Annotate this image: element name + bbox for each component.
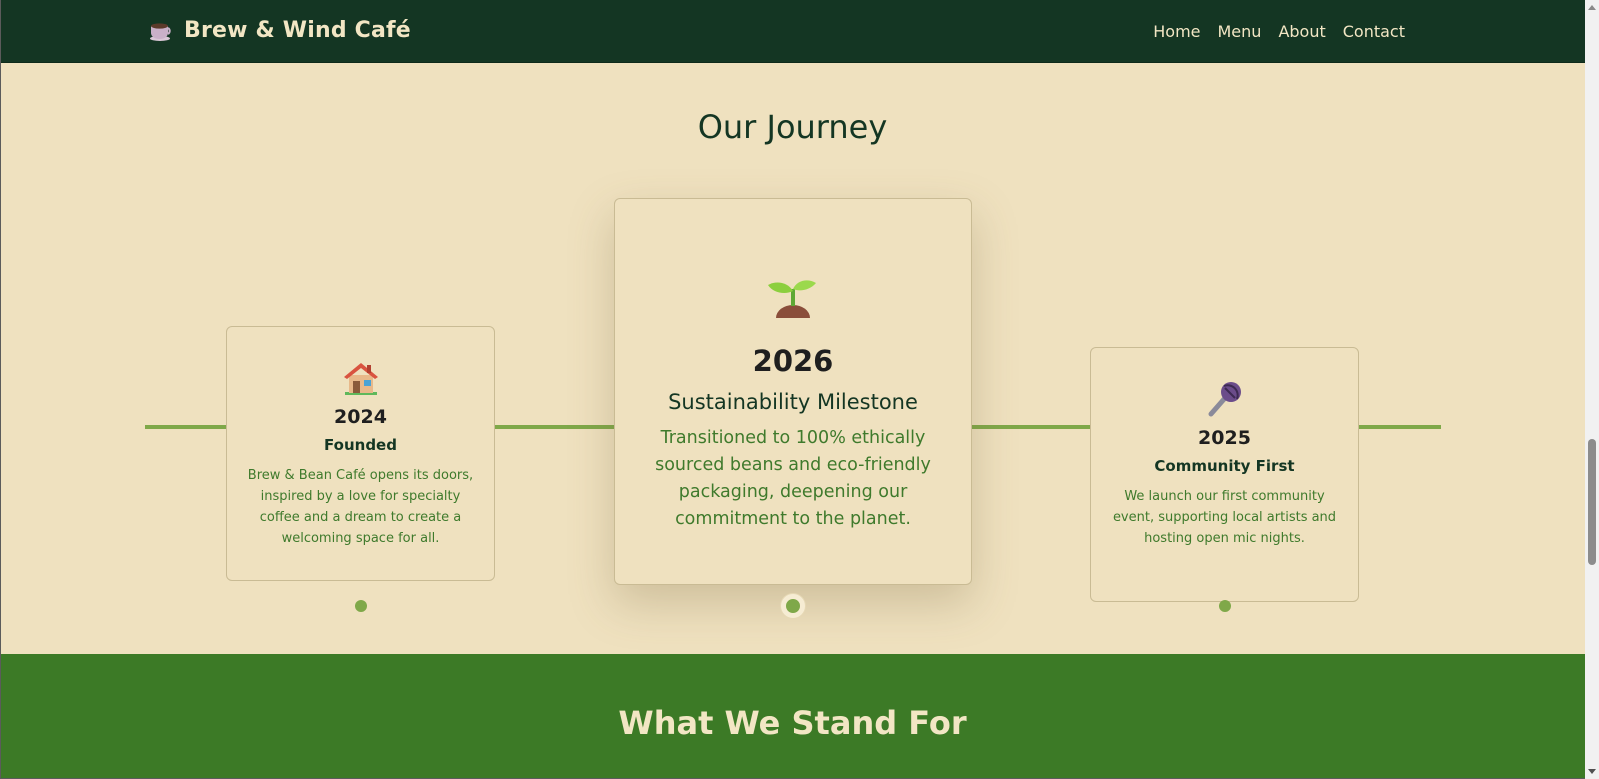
seedling-icon bbox=[768, 280, 816, 318]
card-description: Transitioned to 100% ethically sourced b… bbox=[655, 428, 931, 529]
values-section: What We Stand For bbox=[0, 654, 1585, 779]
nav-link-about[interactable]: About bbox=[1278, 22, 1325, 41]
journey-section: Our Journey 2024 Founded Brew & Bean Caf… bbox=[0, 63, 1585, 654]
timeline-dot-2025[interactable] bbox=[1219, 600, 1231, 612]
timeline-card-2024[interactable]: 2024 Founded Brew & Bean Café opens its … bbox=[226, 326, 495, 581]
card-year: 2026 bbox=[752, 344, 834, 378]
navbar: Brew & Wind Café Home Menu About Contact bbox=[0, 0, 1585, 63]
coffee-cup-icon bbox=[150, 23, 171, 41]
timeline-card-2025[interactable]: 2025 Community First We launch our first… bbox=[1090, 347, 1359, 602]
values-title: What We Stand For bbox=[618, 704, 967, 742]
nav-link-home[interactable]: Home bbox=[1153, 22, 1200, 41]
brand[interactable]: Brew & Wind Café bbox=[148, 17, 411, 43]
timeline-dot-2024[interactable] bbox=[355, 600, 367, 612]
card-year: 2024 bbox=[334, 406, 387, 428]
scroll-down-arrow-icon[interactable] bbox=[1588, 769, 1596, 774]
card-description: Brew & Bean Café opens its doors, inspir… bbox=[247, 468, 474, 546]
nav-link-menu[interactable]: Menu bbox=[1218, 22, 1262, 41]
page-viewport: Brew & Wind Café Home Menu About Contact… bbox=[0, 0, 1585, 779]
vertical-scrollbar[interactable] bbox=[1585, 0, 1599, 779]
nav-link-contact[interactable]: Contact bbox=[1343, 22, 1405, 41]
brand-name: Brew & Wind Café bbox=[184, 17, 411, 43]
house-icon bbox=[343, 363, 378, 395]
card-heading: Founded bbox=[324, 436, 397, 454]
scrollbar-thumb[interactable] bbox=[1588, 439, 1596, 565]
card-year: 2025 bbox=[1198, 427, 1251, 449]
timeline-card-2026[interactable]: 2026 Sustainability Milestone Transition… bbox=[614, 198, 972, 585]
card-description: We launch our first community event, sup… bbox=[1112, 489, 1337, 546]
card-heading: Sustainability Milestone bbox=[668, 390, 918, 414]
nav-links: Home Menu About Contact bbox=[1153, 22, 1405, 41]
scroll-up-arrow-icon[interactable] bbox=[1588, 5, 1596, 10]
card-heading: Community First bbox=[1154, 457, 1295, 475]
microphone-icon bbox=[1208, 382, 1241, 417]
timeline-dot-2026-active[interactable] bbox=[781, 594, 805, 618]
journey-title: Our Journey bbox=[697, 108, 888, 146]
